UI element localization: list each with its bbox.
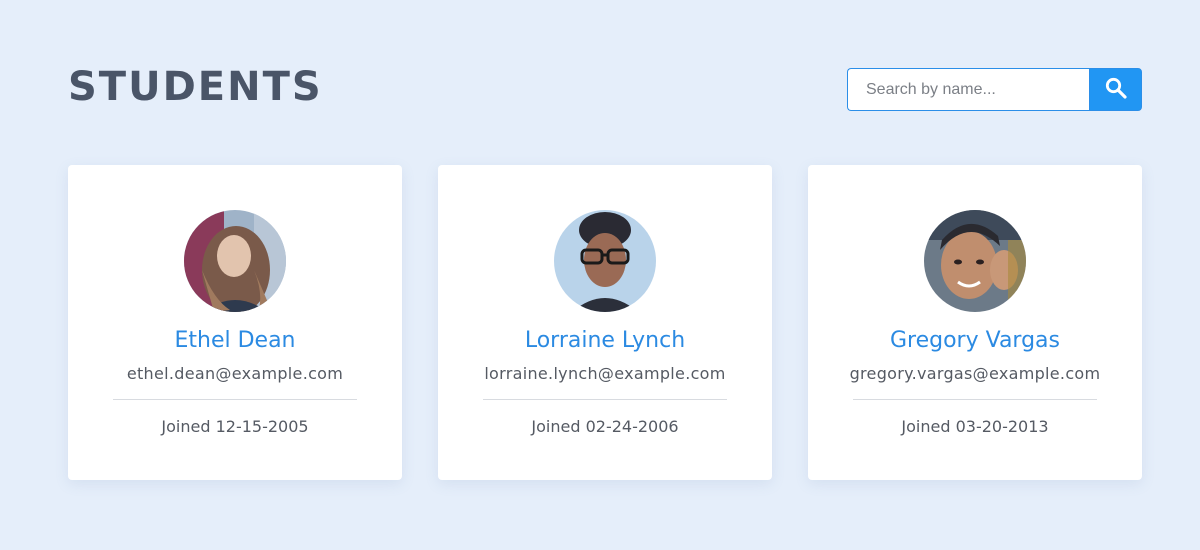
page-title: STUDENTS: [68, 64, 323, 110]
student-name: Lorraine Lynch: [524, 328, 686, 353]
student-email: gregory.vargas@example.com: [849, 364, 1101, 383]
search-button[interactable]: [1089, 68, 1142, 111]
student-name: Gregory Vargas: [889, 328, 1061, 353]
search-form: [847, 68, 1142, 111]
joined-date: Joined 12-15-2005: [161, 417, 309, 436]
search-input[interactable]: [847, 68, 1089, 111]
avatar: [924, 210, 1026, 312]
joined-date: Joined 02-24-2006: [531, 417, 679, 436]
student-name: Ethel Dean: [174, 328, 296, 353]
student-card: Gregory Vargas gregory.vargas@example.co…: [808, 165, 1142, 480]
divider: [853, 399, 1097, 400]
student-card: Ethel Dean ethel.dean@example.com Joined…: [68, 165, 402, 480]
divider: [113, 399, 357, 400]
student-email: lorraine.lynch@example.com: [484, 364, 726, 383]
divider: [483, 399, 727, 400]
joined-date: Joined 03-20-2013: [901, 417, 1049, 436]
avatar: [184, 210, 286, 312]
student-email: ethel.dean@example.com: [126, 364, 344, 383]
search-icon: [1105, 77, 1127, 102]
student-card: Lorraine Lynch lorraine.lynch@example.co…: [438, 165, 772, 480]
avatar: [554, 210, 656, 312]
